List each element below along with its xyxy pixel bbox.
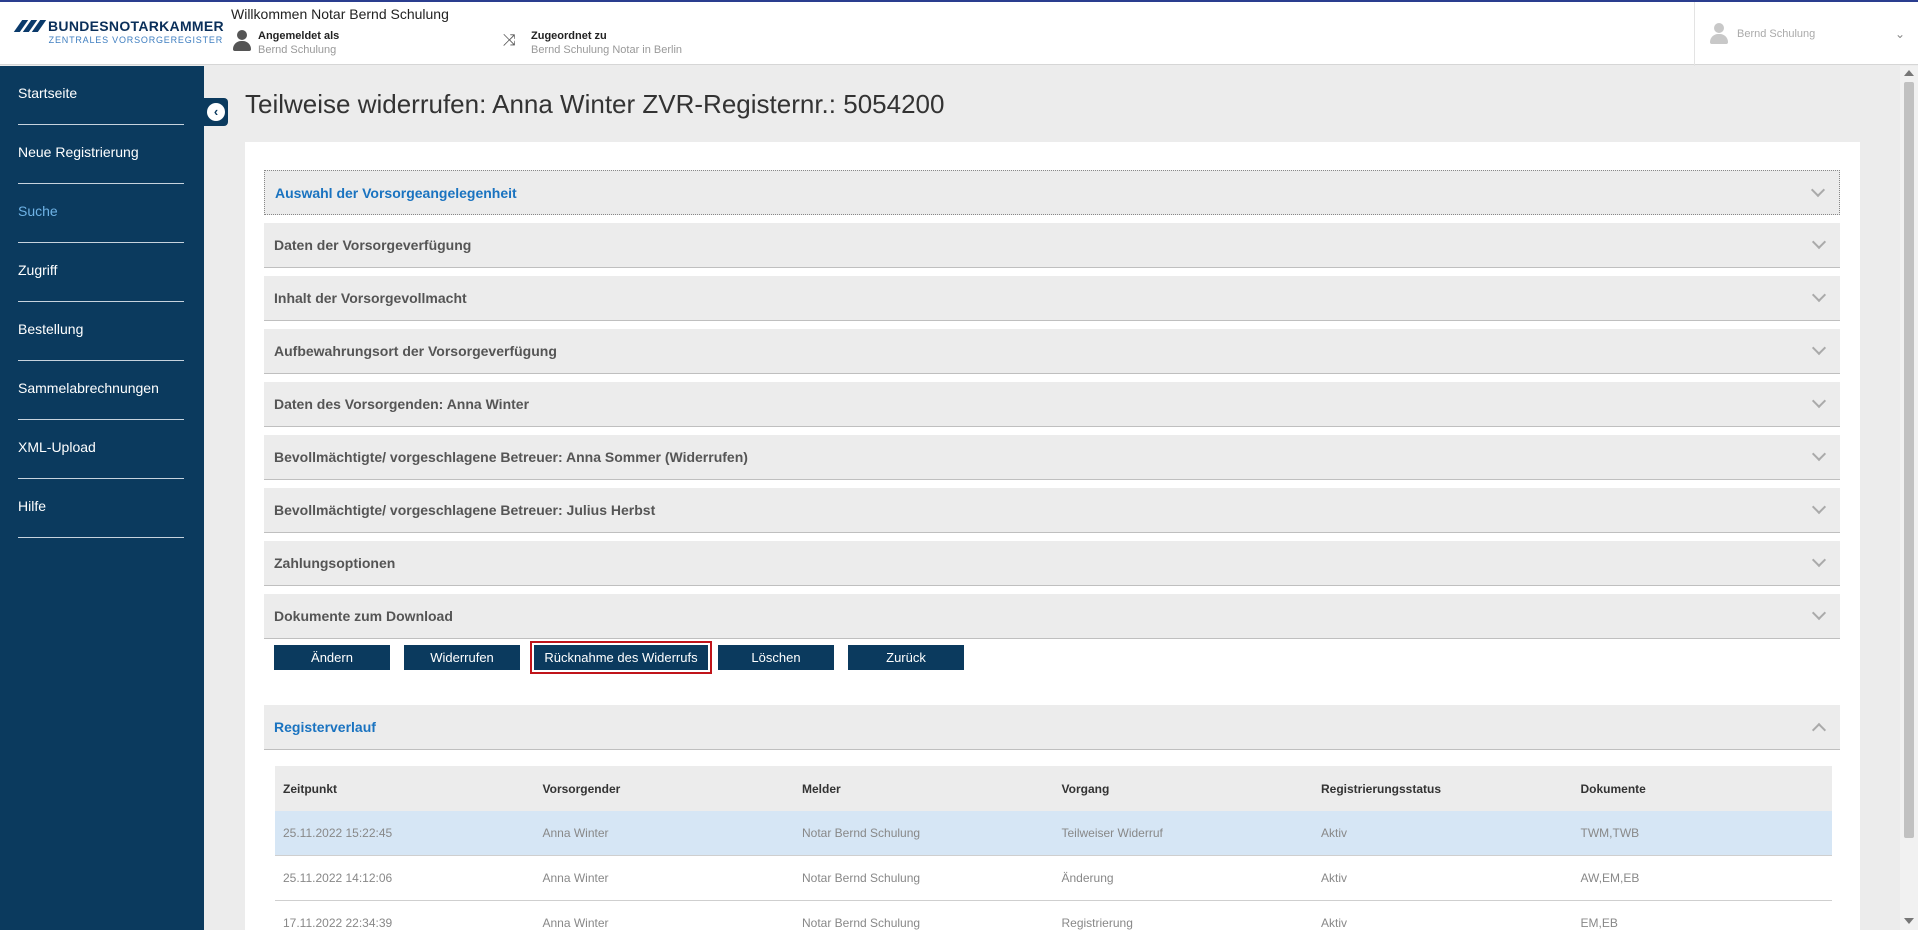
scrollbar[interactable] [1900, 66, 1918, 930]
logo[interactable]: BUNDESNOTARKAMMER ZENTRALES VORSORGEREGI… [13, 18, 224, 45]
accordion-label: Daten des Vorsorgenden: Anna Winter [274, 396, 530, 412]
table-cell: Teilweiser Widerruf [1061, 826, 1163, 840]
accordion-label: Dokumente zum Download [274, 608, 453, 624]
logo-name: BUNDESNOTARKAMMER [48, 18, 224, 34]
table-cell-documents[interactable]: TWM,TWB [1573, 826, 1833, 840]
assigned-label: Zugeordnet zu [531, 30, 607, 42]
assigned-value: Bernd Schulung Notar in Berlin [531, 44, 683, 56]
column-header[interactable]: Dokumente [1573, 782, 1833, 796]
accordion-bevollmaechtigte-2[interactable]: Bevollmächtigte/ vorgeschlagene Betreuer… [264, 488, 1840, 533]
welcome-text: Willkommen Notar Bernd Schulung [231, 6, 449, 22]
sidebar-item-hilfe[interactable]: Hilfe [18, 479, 184, 538]
user-menu[interactable]: Bernd Schulung ⌄ [1694, 2, 1918, 66]
column-header[interactable]: Vorsorgender [535, 782, 795, 796]
logo-subtitle: ZENTRALES VORSORGEREGISTER [48, 35, 223, 45]
chevron-down-icon [1811, 499, 1827, 515]
table-cell: Anna Winter [542, 871, 609, 885]
chevron-up-icon [1811, 722, 1827, 738]
table-cell: Notar Bernd Schulung [802, 826, 921, 840]
sidebar-item-zugriff[interactable]: Zugriff [18, 243, 184, 302]
table-cell: Änderung [1061, 871, 1114, 885]
accordion-label: Auswahl der Vorsorgeangelegenheit [275, 184, 517, 201]
sidebar-item-neue-registrierung[interactable]: Neue Registrierung [18, 125, 184, 184]
accordion-label: Daten der Vorsorgeverfügung [274, 237, 472, 253]
accordion-label: Bevollmächtigte/ vorgeschlagene Betreuer… [274, 449, 748, 465]
column-header[interactable]: Registrierungsstatus [1313, 782, 1573, 796]
table-cell: Notar Bernd Schulung [802, 916, 921, 930]
accordion-auswahl[interactable]: Auswahl der Vorsorgeangelegenheit [264, 170, 1840, 215]
table-cell: Aktiv [1321, 871, 1348, 885]
scroll-up-arrow-icon[interactable] [1904, 70, 1914, 76]
accordion-label: Bevollmächtigte/ vorgeschlagene Betreuer… [274, 502, 656, 518]
table-cell-documents[interactable]: EM,EB [1573, 916, 1833, 930]
accordion-inhalt-vorsorgevollmacht[interactable]: Inhalt der Vorsorgevollmacht [264, 276, 1840, 321]
logo-mark-icon [13, 20, 47, 32]
accordion-dokumente[interactable]: Dokumente zum Download [264, 594, 1840, 639]
accordion-zahlungsoptionen[interactable]: Zahlungsoptionen [264, 541, 1840, 586]
sidebar-collapse-button[interactable]: ‹ [204, 98, 228, 126]
table-cell: Anna Winter [542, 826, 609, 840]
sidebar-item-sammelabrechnungen[interactable]: Sammelabrechnungen [18, 361, 184, 420]
chevron-down-icon [1811, 287, 1827, 303]
person-icon [232, 30, 252, 52]
chevron-down-icon [1811, 552, 1827, 568]
chevron-left-icon: ‹ [207, 103, 225, 121]
logged-in-value: Bernd Schulung [258, 44, 337, 56]
app-header: BUNDESNOTARKAMMER ZENTRALES VORSORGEREGI… [0, 0, 1918, 66]
table-row[interactable]: 25.11.2022 14:12:06 Anna Winter Notar Be… [275, 856, 1832, 901]
scrollbar-thumb[interactable] [1904, 82, 1914, 838]
accordion-label: Inhalt der Vorsorgevollmacht [274, 290, 467, 306]
chevron-down-icon [1810, 182, 1826, 198]
chevron-down-icon [1811, 446, 1827, 462]
scroll-down-arrow-icon[interactable] [1904, 918, 1914, 924]
accordion-daten-vorsorgeverfuegung[interactable]: Daten der Vorsorgeverfügung [264, 223, 1840, 268]
sidebar-item-startseite[interactable]: Startseite [18, 66, 184, 125]
user-menu-name: Bernd Schulung [1737, 28, 1816, 40]
accordion-registerverlauf[interactable]: Registerverlauf [264, 705, 1840, 750]
sidebar-item-suche[interactable]: Suche [18, 184, 184, 243]
chevron-down-icon [1811, 393, 1827, 409]
accordion-bevollmaechtigte-1[interactable]: Bevollmächtigte/ vorgeschlagene Betreuer… [264, 435, 1840, 480]
sidebar-item-bestellung[interactable]: Bestellung [18, 302, 184, 361]
chevron-down-icon [1811, 340, 1827, 356]
ruecknahme-widerruf-button[interactable]: Rücknahme des Widerrufs [530, 641, 712, 674]
table-cell: Registrierung [1061, 916, 1133, 930]
chevron-down-icon [1811, 234, 1827, 250]
chevron-down-icon [1811, 605, 1827, 621]
logged-in-info: Angemeldet als Bernd Schulung [232, 30, 339, 56]
chevron-down-icon: ⌄ [1895, 27, 1906, 41]
column-header[interactable]: Melder [794, 782, 1054, 796]
zurueck-button[interactable]: Zurück [848, 645, 964, 670]
table-header: Zeitpunkt Vorsorgender Melder Vorgang Re… [275, 766, 1832, 811]
assigned-info: ⤨ Zugeordnet zu Bernd Schulung Notar in … [503, 30, 682, 56]
widerrufen-button[interactable]: Widerrufen [404, 645, 520, 670]
table-cell-documents[interactable]: AW,EM,EB [1573, 871, 1833, 885]
sidebar: Startseite Neue Registrierung Suche Zugr… [0, 66, 204, 930]
aendern-button[interactable]: Ändern [274, 645, 390, 670]
accordion-daten-vorsorgender[interactable]: Daten des Vorsorgenden: Anna Winter [264, 382, 1840, 427]
user-avatar-icon [1709, 23, 1729, 45]
accordion-label: Registerverlauf [274, 719, 376, 735]
table-cell: Notar Bernd Schulung [802, 871, 921, 885]
accordion-label: Zahlungsoptionen [274, 555, 396, 571]
logged-in-label: Angemeldet als [258, 30, 340, 42]
accordion-label: Aufbewahrungsort der Vorsorgeverfügung [274, 343, 557, 359]
column-header[interactable]: Vorgang [1054, 782, 1314, 796]
page-title: Teilweise widerrufen: Anna Winter ZVR-Re… [245, 89, 945, 119]
column-header[interactable]: Zeitpunkt [275, 782, 535, 796]
table-cell: 25.11.2022 15:22:45 [283, 826, 393, 840]
table-cell: Anna Winter [542, 916, 609, 930]
table-row[interactable]: 17.11.2022 22:34:39 Anna Winter Notar Be… [275, 901, 1832, 930]
table-cell: 17.11.2022 22:34:39 [283, 916, 393, 930]
table-cell: Aktiv [1321, 826, 1348, 840]
sidebar-item-xml-upload[interactable]: XML-Upload [18, 420, 184, 479]
shuffle-icon: ⤨ [503, 32, 516, 49]
table-cell: Aktiv [1321, 916, 1348, 930]
accordion-aufbewahrungsort[interactable]: Aufbewahrungsort der Vorsorgeverfügung [264, 329, 1840, 374]
table-cell: 25.11.2022 14:12:06 [283, 871, 393, 885]
table-row[interactable]: 25.11.2022 15:22:45 Anna Winter Notar Be… [275, 811, 1832, 856]
register-table: Zeitpunkt Vorsorgender Melder Vorgang Re… [275, 766, 1832, 930]
loeschen-button[interactable]: Löschen [718, 645, 834, 670]
